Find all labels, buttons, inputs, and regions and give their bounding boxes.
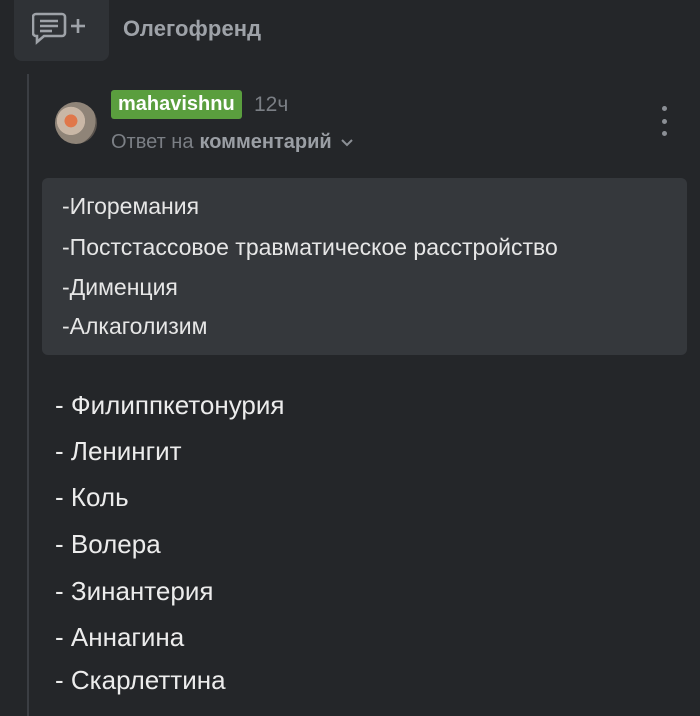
- more-options-button[interactable]: [652, 106, 676, 136]
- thread-header: Олегофренд: [0, 0, 700, 62]
- comment-time: 12ч: [254, 93, 289, 116]
- quoted-comment: -Игоремания -Постстассовое травматическо…: [42, 178, 687, 355]
- quote-line: -Алкаголизим: [62, 313, 208, 339]
- username-badge[interactable]: mahavishnu: [111, 90, 242, 119]
- add-comment-button[interactable]: [14, 0, 109, 61]
- more-vertical-icon: [661, 106, 667, 111]
- comment-body-line: - Аннагина: [55, 622, 185, 652]
- reply-prefix: Ответ на: [111, 131, 194, 153]
- comment-body-line: - Филиппкетонурия: [55, 390, 285, 420]
- chevron-down-icon: [340, 138, 354, 148]
- thread-indent-line[interactable]: [27, 74, 29, 716]
- comment-body-line: - Зинантерия: [55, 576, 214, 606]
- comment-add-icon: [31, 11, 92, 50]
- comment-body-line: - Скарлеттина: [55, 665, 226, 695]
- reply-target: комментарий: [199, 131, 332, 153]
- comment-body-line: - Волера: [55, 529, 161, 559]
- thread-parent-title[interactable]: Олегофренд: [123, 16, 261, 42]
- quote-line: -Постстассовое травматическое расстройст…: [62, 234, 558, 260]
- comment-body-line: - Ленингит: [55, 436, 182, 466]
- quote-line: -Дименция: [62, 274, 178, 300]
- comment-body-line: - Коль: [55, 482, 129, 512]
- comment-thread-page: Олегофренд mahavishnu 12ч Ответ на комме…: [0, 0, 700, 716]
- reply-to-link[interactable]: Ответ на комментарий: [111, 131, 354, 154]
- avatar[interactable]: [55, 102, 97, 144]
- quote-line: -Игоремания: [62, 193, 200, 219]
